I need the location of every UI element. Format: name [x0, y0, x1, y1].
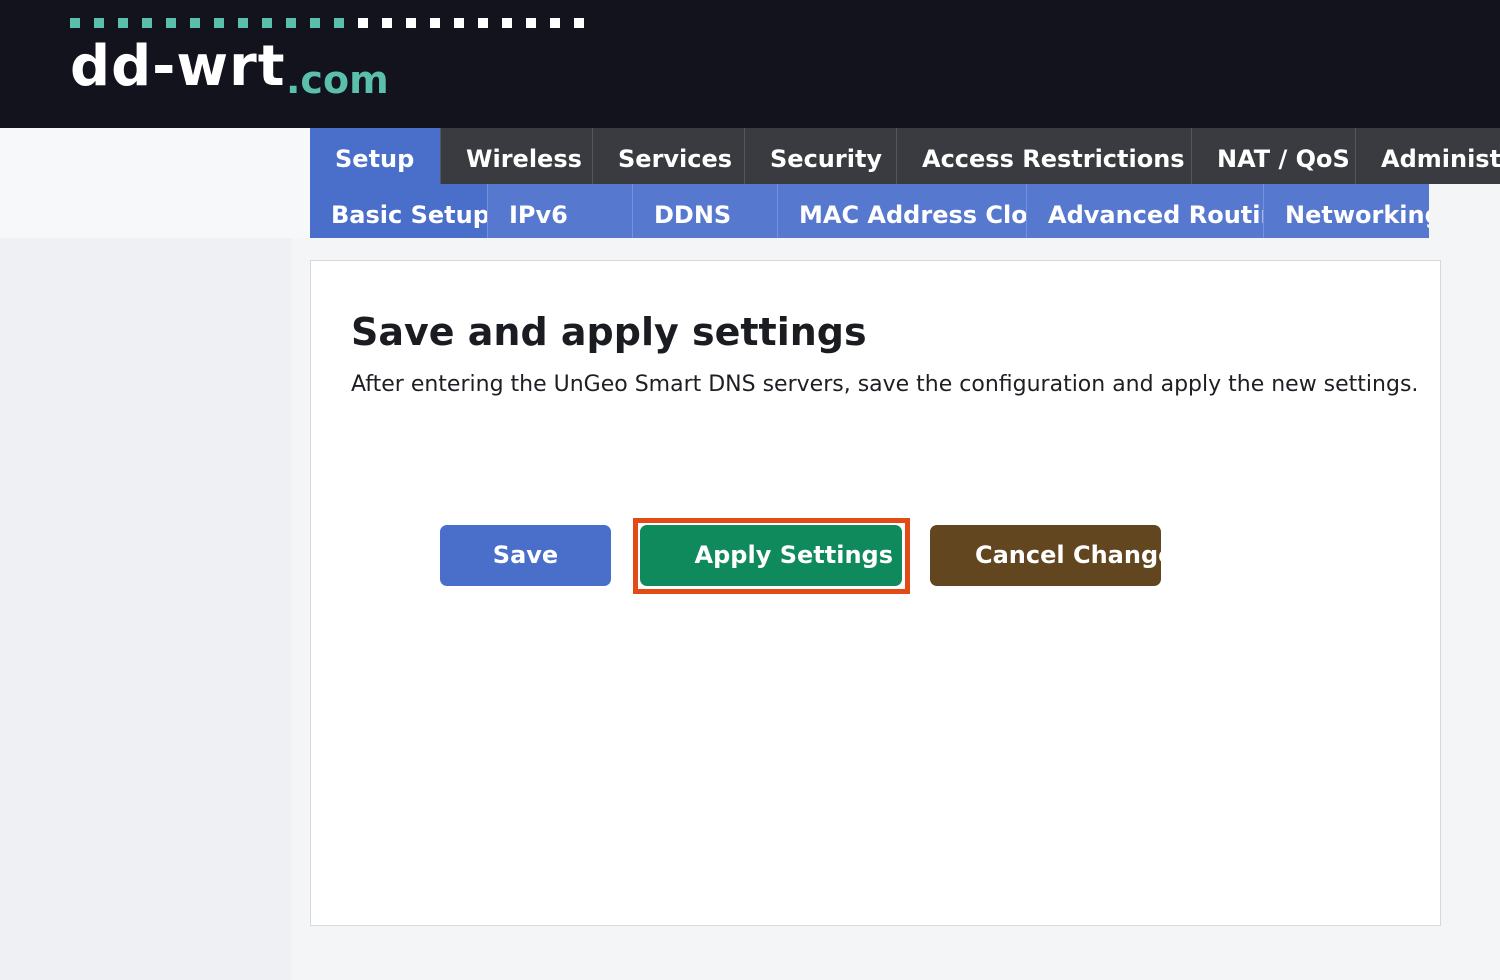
main-nav: Setup Wireless Services Security Access …: [310, 128, 1500, 184]
subtab-networking[interactable]: Networking: [1264, 184, 1429, 238]
logo-dot: [142, 18, 152, 28]
logo-tld: .com: [286, 58, 389, 102]
logo-dot: [430, 18, 440, 28]
logo-dot: [502, 18, 512, 28]
page-description: After entering the UnGeo Smart DNS serve…: [351, 372, 1419, 397]
logo-dot: [382, 18, 392, 28]
logo-dot: [550, 18, 560, 28]
tab-setup[interactable]: Setup: [310, 128, 441, 184]
tab-nat-qos[interactable]: NAT / QoS: [1192, 128, 1356, 184]
subtab-ipv6[interactable]: IPv6: [488, 184, 633, 238]
tab-services[interactable]: Services: [593, 128, 745, 184]
logo-dot: [238, 18, 248, 28]
logo-dot: [262, 18, 272, 28]
logo-dot: [334, 18, 344, 28]
logo-dots: [70, 18, 598, 28]
tab-wireless[interactable]: Wireless: [441, 128, 593, 184]
logo-dot: [358, 18, 368, 28]
logo-dot: [526, 18, 536, 28]
subtab-ddns[interactable]: DDNS: [633, 184, 778, 238]
subtab-advanced-routing[interactable]: Advanced Routing: [1027, 184, 1264, 238]
sub-nav: Basic Setup IPv6 DDNS MAC Address Clone …: [310, 184, 1429, 238]
logo-dot: [406, 18, 416, 28]
page-title: Save and apply settings: [351, 310, 867, 354]
apply-settings-button[interactable]: Apply Settings: [640, 525, 902, 586]
logo-dot: [454, 18, 464, 28]
logo-dot: [214, 18, 224, 28]
logo-dot: [190, 18, 200, 28]
logo-dot: [94, 18, 104, 28]
tab-security[interactable]: Security: [745, 128, 897, 184]
left-panel-top: [0, 128, 310, 238]
left-sidebar: [0, 238, 291, 980]
logo-dot: [286, 18, 296, 28]
subtab-mac-address-clone[interactable]: MAC Address Clone: [778, 184, 1027, 238]
tab-access-restrictions[interactable]: Access Restrictions: [897, 128, 1192, 184]
logo-text: dd-wrt: [70, 34, 286, 99]
logo-dot: [574, 18, 584, 28]
logo-dot: [166, 18, 176, 28]
content-panel: Save and apply settings After entering t…: [310, 260, 1441, 926]
logo-dot: [118, 18, 128, 28]
cancel-changes-button[interactable]: Cancel Changes: [930, 525, 1161, 586]
logo-dot: [70, 18, 80, 28]
save-button[interactable]: Save: [440, 525, 611, 586]
subtab-basic-setup[interactable]: Basic Setup: [310, 184, 488, 238]
site-header: dd-wrt .com: [0, 0, 1500, 128]
logo-dot: [310, 18, 320, 28]
tab-administration[interactable]: Administration: [1356, 128, 1500, 184]
logo-dot: [478, 18, 488, 28]
